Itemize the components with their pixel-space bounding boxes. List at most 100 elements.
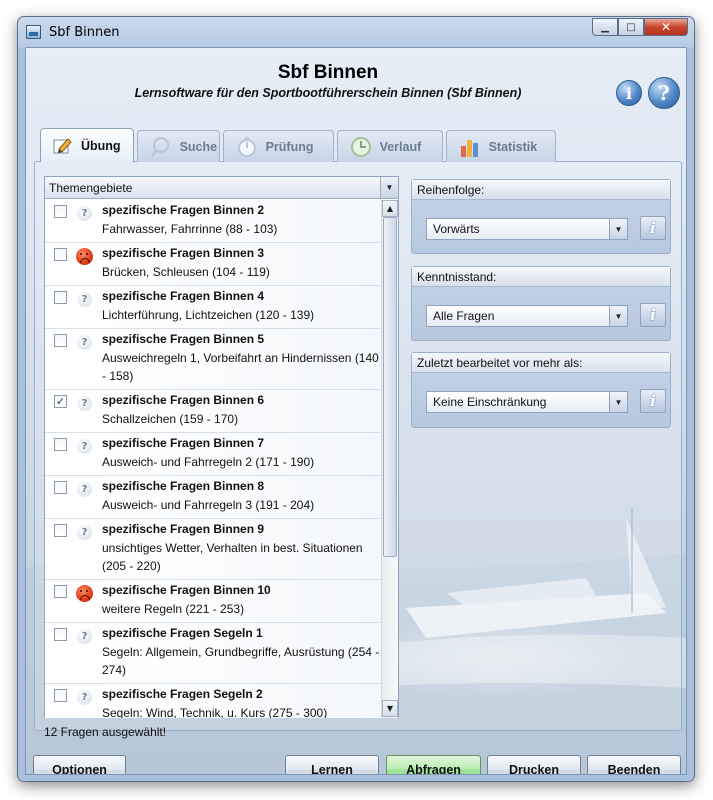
topic-checkbox[interactable]: [54, 524, 67, 537]
stopwatch-icon: [236, 136, 258, 158]
chevron-down-icon[interactable]: ▼: [609, 219, 627, 239]
client-area: Sbf Binnen Lernsoftware für den Sportboo…: [25, 47, 687, 775]
topics-list[interactable]: Themengebiete ▼ ? spezifische Fragen Binn…: [44, 176, 399, 718]
list-item[interactable]: ✓? spezifische Fragen Binnen 6 Schallzeich…: [45, 390, 381, 433]
pencil-icon: [53, 137, 73, 155]
topic-checkbox[interactable]: [54, 248, 67, 261]
scroll-thumb[interactable]: [383, 217, 397, 557]
list-item[interactable]: spezifische Fragen Binnen 3 Brücken, Schl…: [45, 243, 381, 286]
knowledge-select[interactable]: Alle Fragen ▼: [426, 305, 628, 327]
last-edited-value: Keine Einschränkung: [433, 395, 547, 409]
tab-suche[interactable]: Suche: [136, 130, 220, 162]
list-item[interactable]: ? spezifische Fragen Binnen 9 unsichtiges …: [45, 519, 381, 580]
topic-checkbox[interactable]: [54, 481, 67, 494]
list-item[interactable]: spezifische Fragen Binnen 10 weitere Rege…: [45, 580, 381, 623]
order-label: Reihenfolge:: [412, 180, 670, 200]
topics-header[interactable]: Themengebiete ▼: [45, 177, 398, 199]
print-button[interactable]: Drucken: [487, 755, 581, 774]
last-edited-select[interactable]: Keine Einschränkung ▼: [426, 391, 628, 413]
list-item[interactable]: ? spezifische Fragen Segeln 2 Segeln: Wind…: [45, 684, 381, 718]
topic-description: Ausweichregeln 1, Vorbeifahrt an Hindern…: [102, 351, 379, 383]
order-info-button[interactable]: i: [640, 216, 666, 240]
tab-verlauf[interactable]: Verlauf: [336, 130, 443, 162]
scroll-up-arrow-icon[interactable]: ▲: [382, 200, 398, 217]
list-item[interactable]: ? spezifische Fragen Binnen 4 Lichterführu…: [45, 286, 381, 329]
list-item[interactable]: ? spezifische Fragen Segeln 1 Segeln: Allg…: [45, 623, 381, 684]
topic-description: Fahrwasser, Fahrrinne (88 - 103): [102, 222, 278, 236]
topics-header-label: Themengebiete: [49, 181, 133, 195]
quiz-button[interactable]: Abfragen: [386, 755, 481, 774]
question-mark-icon: ?: [77, 292, 92, 307]
topic-description: Ausweich- und Fahrregeln 3 (191 - 204): [102, 498, 315, 512]
list-item[interactable]: ? spezifische Fragen Binnen 7 Ausweich- un…: [45, 433, 381, 476]
topic-title: spezifische Fragen Binnen 8: [102, 479, 265, 493]
app-window: Sbf Binnen ▁ □ ✕ Sbf Binnen Lernsoftware…: [17, 16, 695, 782]
window-controls: ▁ □ ✕: [592, 18, 688, 36]
magnifier-icon: [150, 136, 172, 158]
tab-bar: Übung Suche Prüfung Verlauf Statistik: [40, 128, 559, 162]
options-button[interactable]: Optionen: [33, 755, 126, 774]
topic-title: spezifische Fragen Binnen 9: [102, 522, 265, 536]
knowledge-label: Kenntnisstand:: [412, 267, 670, 287]
topic-title: spezifische Fragen Binnen 6: [102, 393, 265, 407]
tab-label: Statistik: [488, 139, 538, 154]
topic-checkbox[interactable]: [54, 628, 67, 641]
title-bar[interactable]: Sbf Binnen ▁ □ ✕: [18, 17, 694, 47]
order-select[interactable]: Vorwärts ▼: [426, 218, 628, 240]
scroll-down-arrow-icon[interactable]: ▼: [382, 700, 398, 717]
last-edited-info-button[interactable]: i: [640, 389, 666, 413]
topic-title: spezifische Fragen Binnen 4: [102, 289, 265, 303]
minimize-button[interactable]: ▁: [592, 18, 618, 36]
question-mark-icon: ?: [77, 525, 92, 540]
question-mark-icon: ?: [77, 335, 92, 350]
topic-checkbox[interactable]: [54, 689, 67, 702]
chevron-down-icon[interactable]: ▼: [380, 177, 398, 198]
tab-pruefung[interactable]: Prüfung: [222, 130, 334, 162]
quit-button[interactable]: Beenden: [587, 755, 681, 774]
topic-checkbox[interactable]: [54, 205, 67, 218]
topic-description: weitere Regeln (221 - 253): [102, 602, 245, 616]
topic-checkbox[interactable]: [54, 585, 67, 598]
help-button[interactable]: ?: [648, 77, 680, 109]
learn-button[interactable]: Lernen: [285, 755, 379, 774]
topic-description: Ausweich- und Fahrregeln 2 (171 - 190): [102, 455, 315, 469]
knowledge-group: Kenntnisstand: Alle Fragen ▼ i: [411, 266, 671, 341]
topics-rows: ? spezifische Fragen Binnen 2 Fahrwasser, …: [45, 200, 381, 718]
order-group: Reihenfolge: Vorwärts ▼ i: [411, 179, 671, 254]
tab-label: Übung: [81, 138, 121, 153]
topic-description: Lichterführung, Lichtzeichen (120 - 139): [102, 308, 315, 322]
list-item[interactable]: ? spezifische Fragen Binnen 5 Ausweichrege…: [45, 329, 381, 390]
topic-description: unsichtiges Wetter, Verhalten in best. S…: [102, 541, 363, 573]
tab-uebung[interactable]: Übung: [40, 128, 134, 162]
question-mark-icon: ?: [77, 482, 92, 497]
topic-checkbox[interactable]: [54, 334, 67, 347]
app-subtitle: Lernsoftware für den Sportbootführersche…: [134, 86, 522, 100]
list-item[interactable]: ? spezifische Fragen Binnen 2 Fahrwasser, …: [45, 200, 381, 243]
topic-checkbox[interactable]: [54, 291, 67, 304]
close-button[interactable]: ✕: [644, 18, 688, 36]
chevron-down-icon[interactable]: ▼: [609, 306, 627, 326]
question-mark-icon: ?: [77, 396, 92, 411]
topic-checkbox[interactable]: ✓: [54, 395, 67, 408]
topic-description: Segeln: Wind, Technik, u. Kurs (275 - 30…: [102, 706, 328, 718]
tab-label: Suche: [179, 139, 218, 154]
maximize-button[interactable]: □: [618, 18, 644, 36]
knowledge-value: Alle Fragen: [433, 309, 495, 323]
app-icon: [26, 25, 41, 39]
tab-label: Prüfung: [265, 139, 314, 154]
list-scrollbar[interactable]: ▲ ▼: [381, 200, 398, 718]
chevron-down-icon[interactable]: ▼: [609, 392, 627, 412]
knowledge-info-button[interactable]: i: [640, 303, 666, 327]
tab-statistik[interactable]: Statistik: [445, 130, 556, 162]
list-item[interactable]: ? spezifische Fragen Binnen 8 Ausweich- un…: [45, 476, 381, 519]
app-title: Sbf Binnen: [277, 62, 379, 83]
topic-title: spezifische Fragen Binnen 2: [102, 203, 265, 217]
topic-description: Brücken, Schleusen (104 - 119): [102, 265, 270, 279]
bar-chart-icon: [459, 136, 481, 158]
sad-face-icon: [76, 585, 93, 602]
topic-title: spezifische Fragen Binnen 10: [102, 583, 271, 597]
info-button[interactable]: i: [616, 80, 642, 106]
topic-checkbox[interactable]: [54, 438, 67, 451]
topic-description: Schallzeichen (159 - 170): [102, 412, 239, 426]
question-mark-icon: ?: [77, 629, 92, 644]
